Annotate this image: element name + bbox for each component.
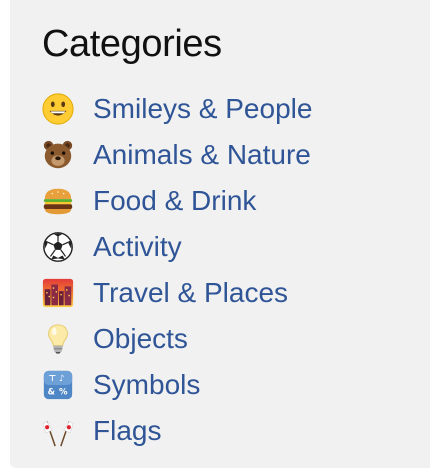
category-label: Objects	[93, 323, 188, 354]
svg-text:&: &	[48, 387, 56, 397]
light-bulb-icon	[40, 321, 76, 357]
category-label: Travel & Places	[93, 277, 289, 308]
crossed-flags-icon	[40, 413, 76, 449]
category-label: Activity	[93, 231, 182, 262]
category-smileys-people[interactable]: Smileys & People	[40, 86, 312, 132]
bear-face-icon	[40, 137, 76, 173]
grinning-face-icon	[40, 91, 76, 127]
category-travel-places[interactable]: Travel & Places	[40, 270, 312, 316]
svg-text:♪: ♪	[59, 374, 64, 384]
category-label: Flags	[93, 415, 162, 446]
soccer-ball-icon	[40, 229, 76, 265]
city-sunset-icon	[40, 275, 76, 311]
category-label: Smileys & People	[93, 93, 313, 124]
svg-text:%: %	[59, 387, 68, 397]
category-label: Food & Drink	[93, 185, 257, 216]
category-label: Symbols	[93, 369, 201, 400]
category-activity[interactable]: Activity	[40, 224, 312, 270]
hamburger-icon	[40, 183, 76, 219]
category-food-drink[interactable]: Food & Drink	[40, 178, 312, 224]
categories-heading: Categories	[42, 23, 222, 65]
category-flags[interactable]: Flags	[40, 408, 312, 454]
category-label: Animals & Nature	[93, 139, 311, 170]
category-list: Smileys & People Animals & Nature Food &…	[40, 86, 312, 454]
category-objects[interactable]: Objects	[40, 316, 312, 362]
category-symbols[interactable]: ⊤ ♪ & % Symbols	[40, 362, 312, 408]
categories-panel: Categories Smileys & People Animals & Na…	[10, 0, 430, 468]
category-animals-nature[interactable]: Animals & Nature	[40, 132, 312, 178]
input-symbols-icon: ⊤ ♪ & %	[40, 367, 76, 403]
svg-text:⊤: ⊤	[49, 374, 57, 384]
